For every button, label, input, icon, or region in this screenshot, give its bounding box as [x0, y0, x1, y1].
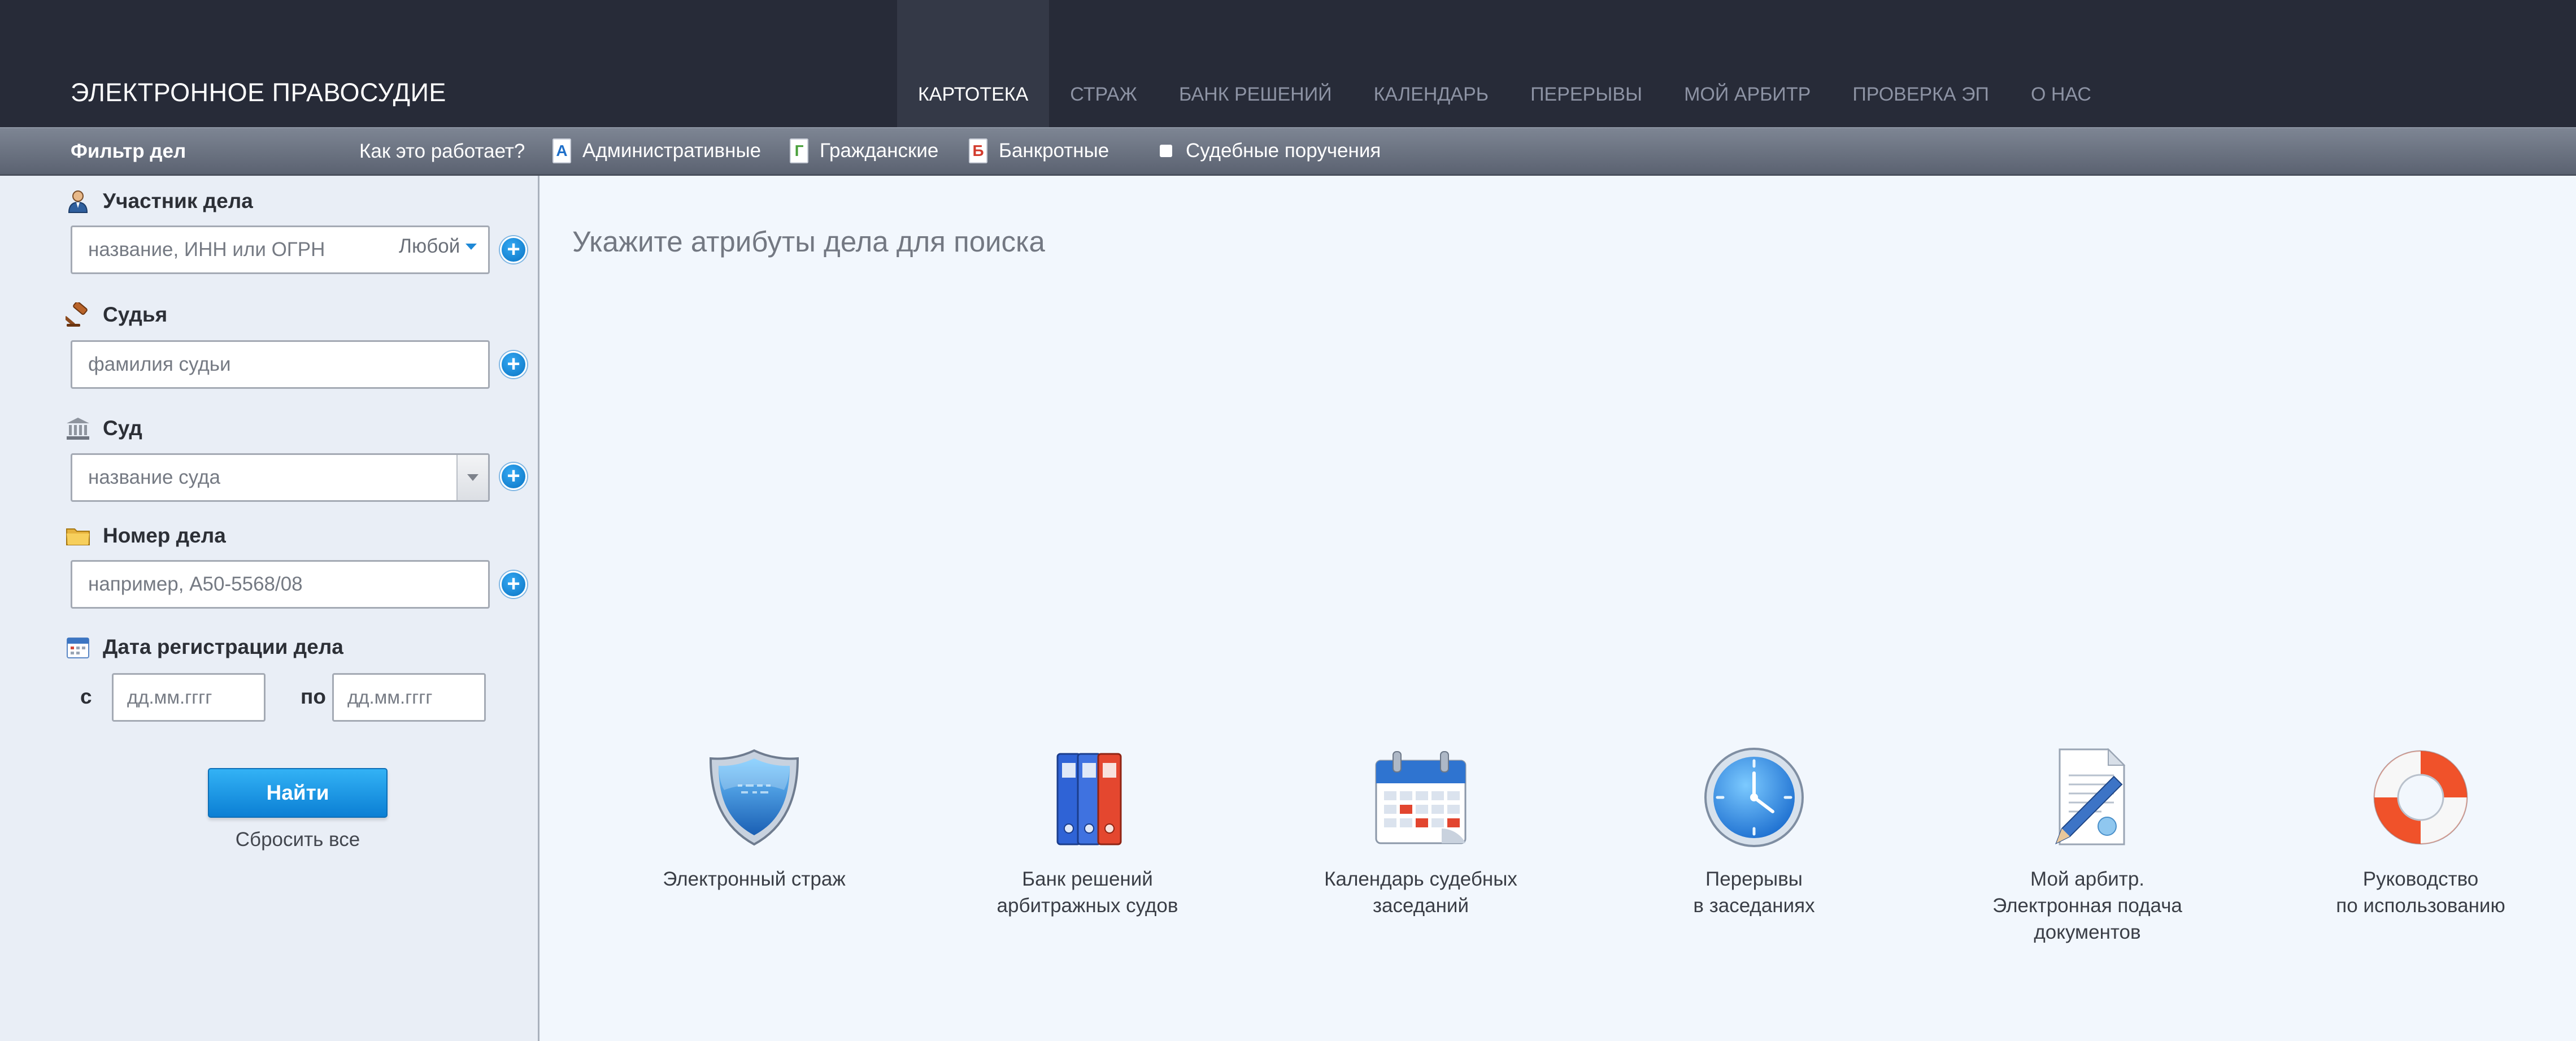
nav-item-kartoteka[interactable]: КАРТОТЕКА [897, 0, 1050, 127]
participant-role-value: Любой [399, 235, 460, 257]
case-type-civil[interactable]: Г Гражданские [790, 138, 938, 163]
clock-icon [1704, 748, 1804, 847]
top-bar: ЭЛЕКТРОННОЕ ПРАВОСУДИЕ КАРТОТЕКА СТРАЖ Б… [0, 0, 2576, 127]
date-to-label: по [301, 685, 326, 708]
tile-label: Мой арбитр. Электронная подача документо… [1992, 868, 2182, 943]
participant-label: Участник дела [66, 189, 253, 214]
add-case-number-button[interactable]: + [500, 571, 527, 598]
filter-sidebar: Участник дела Любой + Судья + Суд + [0, 176, 539, 1041]
chevron-down-icon [465, 243, 477, 250]
administrative-icon: А [552, 138, 571, 163]
calendar-small-icon [67, 637, 89, 658]
date-from-input[interactable] [112, 673, 266, 722]
tile-decisions-bank[interactable]: Банк решений арбитражных судов [941, 744, 1234, 919]
search-hint: Укажите атрибуты дела для поиска [572, 225, 1045, 258]
reset-all-link[interactable]: Сбросить все [208, 829, 388, 851]
court-label: Суд [66, 416, 142, 441]
folder-icon [66, 528, 90, 545]
date-to-input[interactable] [332, 673, 486, 722]
judge-input[interactable] [71, 340, 490, 389]
person-icon [68, 190, 88, 213]
participant-role-dropdown[interactable]: Любой [399, 235, 477, 258]
court-dropdown-toggle[interactable] [456, 455, 488, 500]
binders-icon [1056, 753, 1122, 845]
nav-item-bank-resheniy[interactable]: БАНК РЕШЕНИЙ [1158, 0, 1353, 127]
tile-label: Перерывы в заседаниях [1693, 868, 1815, 917]
tile-electronic-guard[interactable]: Электронный страж [607, 744, 901, 892]
date-from-label: с [80, 685, 92, 708]
case-type-bankruptcy[interactable]: Б Банкротные [969, 138, 1109, 163]
case-number-label: Номер дела [66, 523, 226, 548]
tile-label: Электронный страж [663, 868, 846, 890]
chevron-down-icon [467, 474, 478, 481]
tile-my-arbiter[interactable]: Мой арбитр. Электронная подача документо… [1940, 744, 2234, 945]
civil-icon: Г [790, 138, 808, 163]
nav-item-kalendar[interactable]: КАЛЕНДАРЬ [1353, 0, 1509, 127]
tile-label: Календарь судебных заседаний [1324, 868, 1517, 917]
tile-label: Банк решений арбитражных судов [997, 868, 1178, 917]
registration-date-label: Дата регистрации дела [66, 635, 343, 660]
bankruptcy-icon: Б [969, 138, 987, 163]
nav-item-o-nas[interactable]: О НАС [2010, 0, 2112, 127]
nav-item-proverka-ep[interactable]: ПРОВЕРКА ЭП [1831, 0, 2010, 127]
case-type-label: Судебные поручения [1186, 140, 1381, 162]
courthouse-icon [67, 418, 89, 440]
nav-item-strazh[interactable]: СТРАЖ [1049, 0, 1158, 127]
main-nav: КАРТОТЕКА СТРАЖ БАНК РЕШЕНИЙ КАЛЕНДАРЬ П… [897, 0, 2112, 127]
tile-label: Руководство по использованию [2336, 868, 2505, 917]
main-panel: Укажите атрибуты дела для поиска Электро… [541, 176, 2576, 1041]
tile-hearings-calendar[interactable]: Календарь судебных заседаний [1274, 744, 1568, 919]
gavel-icon [66, 302, 88, 327]
nav-item-moy-arbitr[interactable]: МОЙ АРБИТР [1663, 0, 1831, 127]
case-type-label: Административные [582, 140, 762, 162]
case-number-input[interactable] [71, 560, 490, 609]
add-judge-button[interactable]: + [500, 351, 527, 378]
case-type-label: Гражданские [820, 140, 939, 162]
shield-icon [709, 749, 799, 846]
filter-title: Фильтр дел [71, 140, 186, 162]
calendar-icon [1375, 751, 1467, 844]
case-type-administrative[interactable]: А Административные [552, 138, 761, 163]
tile-breaks[interactable]: Перерывы в заседаниях [1607, 744, 1901, 919]
lifebuoy-icon [2373, 750, 2468, 845]
brand-title[interactable]: ЭЛЕКТРОННОЕ ПРАВОСУДИЕ [71, 78, 446, 107]
tile-user-guide[interactable]: Руководство по использованию [2274, 744, 2568, 919]
court-select[interactable] [71, 453, 490, 502]
document-pen-icon [2055, 748, 2126, 845]
add-court-button[interactable]: + [500, 463, 527, 490]
square-icon [1160, 145, 1172, 157]
search-button[interactable]: Найти [208, 768, 388, 818]
filter-toolbar: Фильтр дел Как это работает? А Администр… [0, 127, 2576, 176]
case-type-label: Банкротные [999, 140, 1109, 162]
judge-label: Судья [66, 302, 167, 327]
how-it-works-link[interactable]: Как это работает? [359, 140, 525, 163]
add-participant-button[interactable]: + [500, 236, 527, 263]
nav-item-pereryvy[interactable]: ПЕРЕРЫВЫ [1509, 0, 1663, 127]
case-type-court-orders[interactable]: Судебные поручения [1160, 140, 1381, 162]
